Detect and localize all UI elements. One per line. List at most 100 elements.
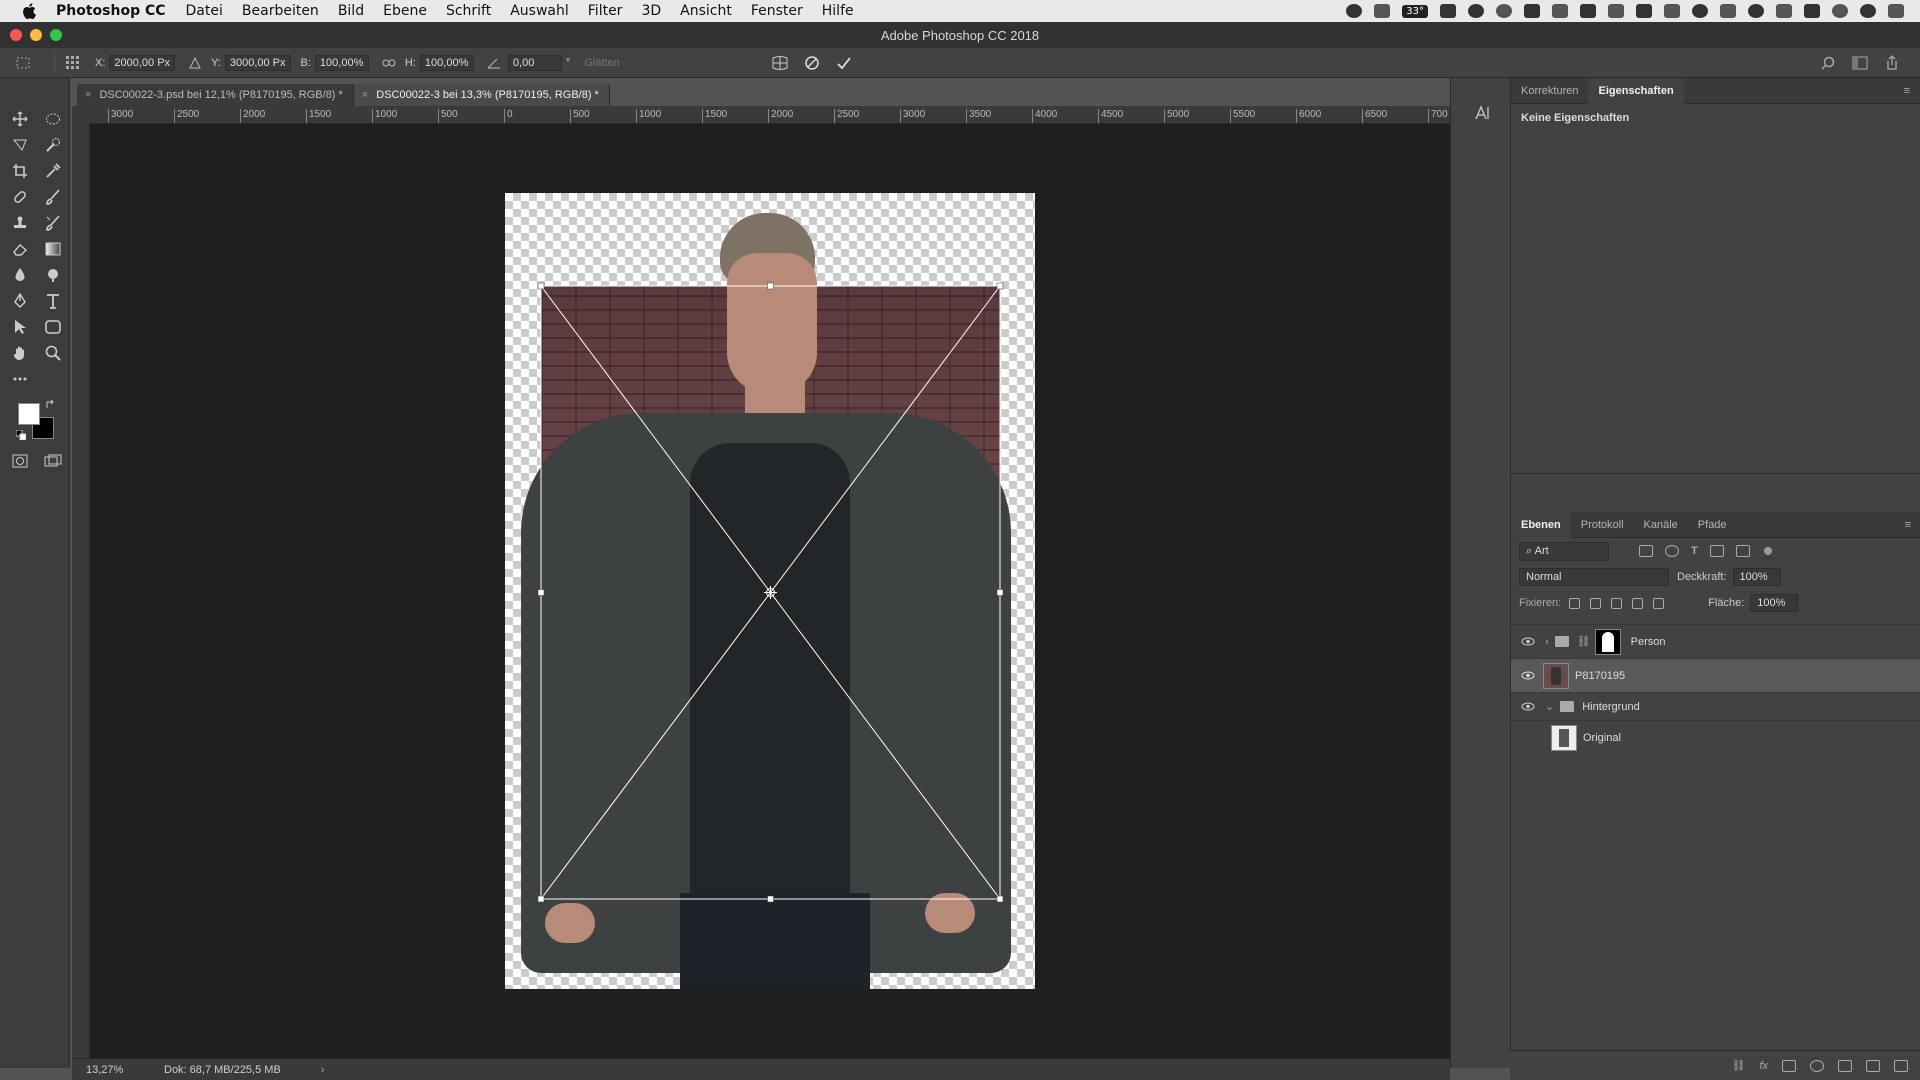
swap-colors-icon[interactable] [43,398,57,412]
tab-korrekturen[interactable]: Korrekturen [1511,78,1588,104]
link-icon[interactable] [379,53,399,73]
visibility-eye-icon[interactable] [1519,669,1537,683]
share-icon[interactable] [1882,53,1902,73]
character-panel-icon[interactable] [1471,102,1493,124]
filter-smart-object-icon[interactable] [1735,545,1750,557]
layer-style-fx-icon[interactable]: fx [1759,1060,1768,1072]
tab-pfade[interactable]: Pfade [1688,512,1737,538]
layer-row-hintergrund[interactable]: ⌄ Hintergrund [1511,692,1920,720]
screen-mode-icon[interactable] [42,450,64,472]
close-tab-icon[interactable]: × [85,89,91,101]
eraser-tool-icon[interactable] [9,238,31,260]
adjustment-layer-icon[interactable] [1810,1059,1824,1072]
filter-toggle-icon[interactable] [1763,547,1772,555]
minimize-window-button[interactable] [30,29,42,41]
angle-input[interactable]: 0,00 [507,54,562,71]
timemachine-icon[interactable] [1692,4,1708,18]
filter-type-layer-icon[interactable]: T [1691,545,1698,557]
zoom-tool-icon[interactable] [42,342,64,364]
gradient-tool-icon[interactable] [42,238,64,260]
foreground-color-swatch[interactable] [18,403,40,425]
shape-tool-icon[interactable] [42,316,64,338]
blend-mode-select[interactable]: Normal [1519,568,1669,586]
menu-hilfe[interactable]: Hilfe [822,3,854,19]
tab-kanaele[interactable]: Kanäle [1634,512,1688,538]
maximize-window-button[interactable] [50,29,62,41]
layer-row-p8170195[interactable]: P8170195 [1511,658,1920,692]
width-input[interactable]: 100,00% [314,54,369,71]
clone-stamp-tool-icon[interactable] [9,212,31,234]
horizontal-ruler[interactable]: 3000 2500 2000 1500 1000 500 0 500 1000 1500 2000 2… [90,106,1450,124]
lock-artboard-icon[interactable] [1632,597,1644,609]
tab-eigenschaften[interactable]: Eigenschaften [1588,77,1684,104]
menu-filter[interactable]: Filter [588,3,623,19]
status-menu-arrow-icon[interactable]: › [321,1064,325,1076]
layers-menu-icon[interactable]: ≡ [1905,519,1911,531]
zoom-level[interactable]: 13,27% [86,1064,146,1076]
reference-point-icon[interactable] [63,53,83,73]
visibility-toggle-empty[interactable] [1519,731,1537,745]
new-layer-icon[interactable] [1866,1059,1880,1072]
more-tools-icon[interactable] [9,368,31,390]
filter-adjustment-layer-icon[interactable] [1665,545,1679,557]
crop-tool-icon[interactable] [9,160,31,182]
search-icon[interactable] [1818,53,1838,73]
bluetooth-icon[interactable] [1720,4,1736,18]
workspace-icon[interactable] [1850,53,1870,73]
fill-input[interactable]: 100% [1750,594,1799,612]
free-transform-box[interactable] [505,193,1035,989]
quick-selection-tool-icon[interactable] [42,134,64,156]
quick-mask-icon[interactable] [9,450,31,472]
filter-pixel-layer-icon[interactable] [1639,545,1653,557]
layer-row-original[interactable]: Original [1511,720,1920,754]
battery-icon[interactable] [1804,4,1820,18]
panel-menu-icon[interactable]: ≡ [1904,85,1910,97]
tab-protokoll[interactable]: Protokoll [1571,512,1634,538]
wifi-icon[interactable] [1748,4,1764,18]
ruler-origin[interactable] [72,106,90,124]
evernote-icon[interactable] [1580,4,1596,18]
tab-ebenen[interactable]: Ebenen [1511,511,1571,538]
menu-datei[interactable]: Datei [186,3,223,19]
warp-icon[interactable] [770,53,790,73]
type-tool-icon[interactable] [42,290,64,312]
layer-row-person[interactable]: › ⛓ Person [1511,624,1920,658]
tab-document-2[interactable]: × DSC00022-3 bei 13,3% (P8170195, RGB/8)… [353,84,610,106]
dropbox-icon[interactable] [1524,4,1540,18]
lasso-tool-icon[interactable] [9,134,31,156]
pen-tool-icon[interactable] [9,290,31,312]
menu-ebene[interactable]: Ebene [383,3,427,19]
menu-bild[interactable]: Bild [338,3,364,19]
delete-layer-icon[interactable] [1894,1059,1908,1072]
notification-center-icon[interactable] [1888,4,1904,18]
menu-ansicht[interactable]: Ansicht [680,3,732,19]
collapse-group-icon[interactable]: ⌄ [1545,700,1554,713]
hand-tool-icon[interactable] [9,342,31,364]
document-canvas[interactable] [505,193,1035,989]
transform-tool-preset-icon[interactable] [14,53,34,73]
lock-all-icon[interactable] [1653,597,1665,609]
menu-auswahl[interactable]: Auswahl [510,3,569,19]
height-input[interactable]: 100,00% [419,54,474,71]
battery-app-icon[interactable] [1440,4,1456,18]
layer-filter-select[interactable]: ⌕ Art [1519,541,1609,561]
path-selection-tool-icon[interactable] [9,316,31,338]
move-tool-icon[interactable] [9,108,31,130]
smooth-label[interactable]: Glätten [584,57,619,69]
default-colors-icon[interactable] [14,428,28,442]
airplay-icon[interactable] [1776,4,1792,18]
expand-group-icon[interactable]: › [1545,636,1549,648]
creative-cloud-icon[interactable] [1468,4,1484,18]
layer-mask-thumbnail[interactable] [1594,628,1621,655]
record-icon[interactable] [1346,4,1363,18]
delta-icon[interactable] [185,53,205,73]
link-layers-icon[interactable]: ⛓ [1731,1059,1745,1072]
visibility-eye-icon[interactable] [1519,700,1537,714]
commit-transform-icon[interactable] [834,53,854,73]
temperature-badge[interactable]: 33° [1402,4,1428,18]
y-input[interactable]: 3000,00 Px [224,54,291,71]
healing-brush-tool-icon[interactable] [9,186,31,208]
close-window-button[interactable] [10,29,22,41]
close-tab-icon[interactable]: × [362,89,368,101]
lock-image-icon[interactable] [1590,597,1602,609]
